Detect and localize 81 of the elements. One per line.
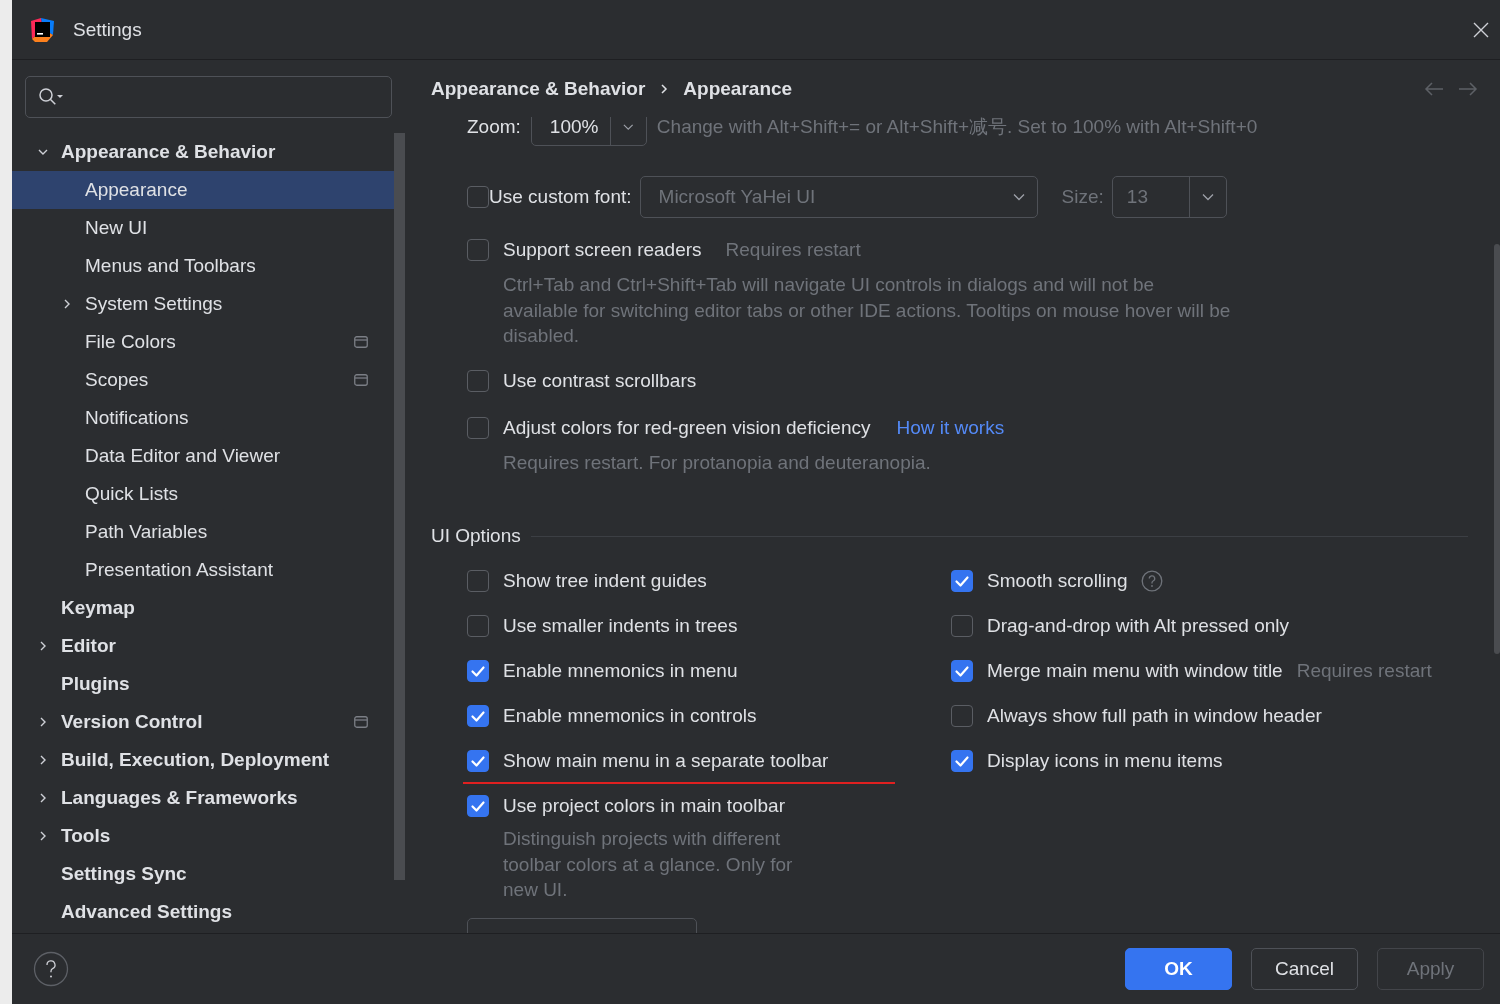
tree-item[interactable]: New UI — [12, 209, 394, 247]
checkbox[interactable] — [467, 750, 489, 772]
help-icon[interactable] — [33, 951, 69, 987]
option-label: Merge main menu with window title — [987, 660, 1283, 682]
tree-item[interactable]: Plugins — [12, 665, 394, 703]
tree-item[interactable]: Presentation Assistant — [12, 551, 394, 589]
breadcrumb-item[interactable]: Appearance & Behavior — [431, 77, 646, 100]
option-label: Adjust colors for red-green vision deficiency — [503, 416, 871, 439]
search-field[interactable] — [25, 76, 392, 118]
restart-note: Requires restart — [1296, 660, 1432, 682]
tree-item[interactable]: Languages & Frameworks — [12, 779, 394, 817]
tree-item[interactable]: System Settings — [12, 285, 394, 323]
checkbox[interactable] — [951, 570, 973, 592]
forward-arrow-icon[interactable] — [1458, 81, 1478, 96]
option-label: Enable mnemonics in controls — [503, 705, 757, 727]
checkbox[interactable] — [951, 750, 973, 772]
checkbox[interactable] — [467, 705, 489, 727]
checkbox[interactable] — [467, 239, 489, 261]
option-label: Display icons in menu items — [987, 750, 1223, 772]
option-description: Requires restart. For protanopia and deuteranopia. — [503, 450, 932, 475]
window-title: Settings — [73, 18, 142, 41]
scrollbar[interactable] — [394, 133, 405, 880]
tree-item[interactable]: Data Editor and Viewer — [12, 437, 394, 475]
checkbox[interactable] — [467, 369, 489, 392]
option-label: Use smaller indents in trees — [503, 615, 738, 637]
chevron-right-icon — [659, 82, 670, 95]
tree-item[interactable]: Notifications — [12, 399, 394, 437]
checkbox[interactable] — [951, 705, 973, 727]
zoom-label: Zoom: — [467, 117, 521, 138]
option-label: Use project colors in main toolbar — [503, 795, 785, 817]
tree-item[interactable]: Menus and Toolbars — [12, 247, 394, 285]
option-label: Support screen readers — [503, 239, 702, 261]
tree-item[interactable]: Appearance & Behavior — [12, 133, 394, 171]
close-icon[interactable] — [1473, 21, 1489, 38]
restart-note: Requires restart — [725, 239, 861, 261]
tree-item[interactable]: Appearance — [12, 171, 394, 209]
tree-item[interactable]: Tools — [12, 817, 394, 855]
how-it-works-link[interactable]: How it works — [896, 416, 1005, 439]
tree-item[interactable]: Quick Lists — [12, 475, 394, 513]
tree-item[interactable]: Keymap — [12, 589, 394, 627]
chevron-down-icon — [1201, 193, 1214, 201]
chevron-down-icon — [1012, 193, 1025, 201]
tree-item[interactable]: Version Control — [12, 703, 394, 741]
tree-item[interactable]: Path Variables — [12, 513, 394, 551]
tree-item[interactable]: Advanced Settings — [12, 893, 394, 931]
option-label: Always show full path in window header — [987, 705, 1322, 727]
option-label: Smooth scrolling — [987, 570, 1128, 592]
option-description: Ctrl+Tab and Ctrl+Shift+Tab will navigate UI controls in dialogs and will not be available for switching editor tabs or other IDE actions. Tooltips on mouse hover will be disabled. — [503, 273, 1232, 348]
checkbox[interactable] — [951, 615, 973, 637]
tree-item[interactable]: Editor — [12, 627, 394, 665]
zoom-dropdown[interactable]: 100% — [530, 117, 647, 146]
chevron-down-icon — [623, 123, 634, 131]
option-label: Show tree indent guides — [503, 570, 707, 592]
option-label: Show main menu in a separate toolbar — [503, 750, 829, 772]
app-logo-icon — [29, 16, 55, 43]
option-description: Distinguish projects with different toolbar colors at a glance. Only for new UI. — [503, 827, 794, 902]
checkbox[interactable] — [467, 615, 489, 637]
back-arrow-icon[interactable] — [1424, 81, 1444, 96]
dialog-button[interactable]: Cancel — [1251, 948, 1358, 990]
tree-item[interactable]: Scopes — [12, 361, 394, 399]
help-icon[interactable] — [1141, 570, 1164, 592]
zoom-hint: Change with Alt+Shift+= or Alt+Shift+减号. Set to 100% with Alt+Shift+0 — [656, 117, 1258, 139]
checkbox[interactable] — [467, 416, 489, 439]
search-icon — [38, 87, 64, 107]
checkbox[interactable] — [467, 660, 489, 682]
tree-item[interactable]: Settings Sync — [12, 855, 394, 893]
checkbox[interactable] — [951, 660, 973, 682]
section-title: UI Options — [431, 525, 521, 547]
dialog-button[interactable]: OK — [1125, 948, 1232, 990]
size-label: Size: — [1061, 186, 1104, 208]
tree-item[interactable]: Build, Execution, Deployment — [12, 741, 394, 779]
option-label: Use custom font: — [489, 186, 632, 208]
option-label: Drag-and-drop with Alt pressed only — [987, 615, 1290, 637]
tree-item[interactable]: File Colors — [12, 323, 394, 361]
option-label: Use contrast scrollbars — [503, 369, 697, 392]
checkbox[interactable] — [467, 795, 489, 817]
checkbox[interactable] — [467, 186, 489, 208]
checkbox[interactable] — [467, 570, 489, 592]
scrollbar[interactable] — [1494, 244, 1500, 654]
option-label: Enable mnemonics in menu — [503, 660, 738, 682]
breadcrumb-item: Appearance — [683, 77, 793, 100]
